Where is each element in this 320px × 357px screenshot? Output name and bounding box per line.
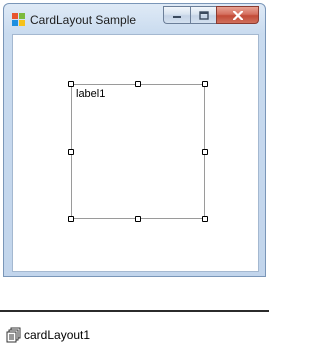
component-tray: cardLayout1 xyxy=(0,312,269,357)
resize-handle-top-left[interactable] xyxy=(68,81,74,87)
resize-handle-top[interactable] xyxy=(135,81,141,87)
caption-buttons xyxy=(163,6,259,26)
form-client-area[interactable]: label1 xyxy=(12,34,259,272)
form-window[interactable]: CardLayout Sample label1 xyxy=(3,3,266,277)
label1-text: label1 xyxy=(76,88,106,100)
close-icon xyxy=(232,10,243,20)
tray-item-cardlayout[interactable]: cardLayout1 xyxy=(6,327,90,343)
title-bar[interactable]: CardLayout Sample xyxy=(4,4,265,34)
windows-forms-app-icon xyxy=(12,13,26,26)
resize-handle-right[interactable] xyxy=(202,149,208,155)
resize-handle-left[interactable] xyxy=(68,149,74,155)
resize-handle-bottom-left[interactable] xyxy=(68,216,74,222)
minimize-icon xyxy=(173,16,181,18)
minimize-button[interactable] xyxy=(163,6,190,24)
maximize-icon xyxy=(198,10,209,20)
resize-handle-top-right[interactable] xyxy=(202,81,208,87)
window-title: CardLayout Sample xyxy=(30,13,137,27)
resize-handle-bottom[interactable] xyxy=(135,216,141,222)
component-icon xyxy=(6,327,22,343)
selected-label-control[interactable]: label1 xyxy=(68,81,208,222)
resize-handle-bottom-right[interactable] xyxy=(202,216,208,222)
designer-surface: CardLayout Sample label1 xyxy=(0,0,269,310)
maximize-button[interactable] xyxy=(190,6,216,24)
tray-item-label: cardLayout1 xyxy=(24,328,91,342)
close-button[interactable] xyxy=(216,6,259,24)
